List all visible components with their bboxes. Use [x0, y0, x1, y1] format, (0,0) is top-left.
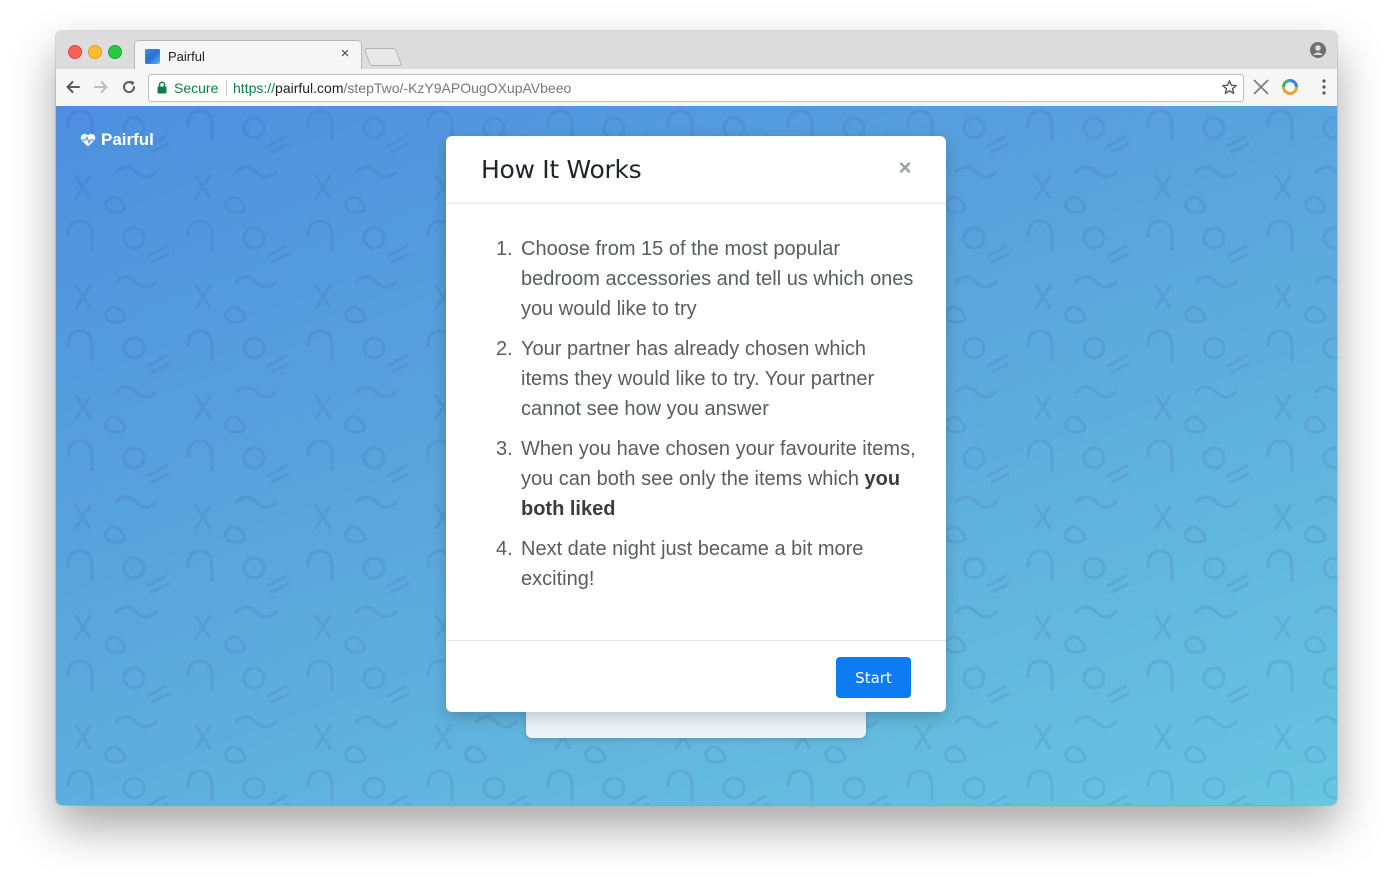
url-scheme: https://: [233, 80, 276, 96]
close-icon[interactable]: ×: [898, 157, 912, 179]
page-content: Pairful How It Works × 1. Choose from 15 …: [56, 106, 1337, 805]
zoom-window-button[interactable]: [108, 45, 122, 59]
step-item: 1. Choose from 15 of the most popular bed…: [496, 234, 916, 324]
back-icon[interactable]: [64, 78, 82, 96]
modal-header: How It Works ×: [446, 136, 946, 204]
reload-icon[interactable]: [120, 78, 138, 96]
browser-window: Pairful × Secure https://pairful.com/ste…: [56, 31, 1337, 805]
tab-strip: Pairful ×: [56, 31, 1337, 71]
step-number: 1.: [496, 238, 513, 260]
new-tab-button[interactable]: [363, 48, 403, 66]
step-number: 3.: [496, 438, 513, 460]
url-text[interactable]: https://pairful.com/stepTwo/-KzY9APOugOX…: [233, 80, 571, 96]
step-item: 2. Your partner has already chosen which …: [496, 334, 916, 424]
step-item: 4. Next date night just became a bit more…: [496, 534, 916, 594]
tab-title: Pairful: [168, 49, 205, 64]
brand-name: Pairful: [101, 130, 154, 149]
step-item: 3. When you have chosen your favourite it…: [496, 434, 916, 524]
pairful-favicon-icon: [145, 49, 160, 64]
step-text: When you have chosen your favourite item…: [521, 438, 916, 490]
step-number: 2.: [496, 338, 513, 360]
how-it-works-modal: How It Works × 1. Choose from 15 of the m…: [446, 136, 946, 712]
url-path: /stepTwo/-KzY9APOugOXupAVbeeo: [343, 80, 572, 96]
forward-icon[interactable]: [92, 78, 110, 96]
tab-pairful[interactable]: Pairful ×: [134, 40, 362, 71]
url-host: pairful.com: [275, 80, 344, 96]
star-icon[interactable]: [1221, 79, 1238, 96]
step-text: Next date night just became a bit more e…: [521, 538, 864, 590]
modal-title: How It Works: [481, 155, 642, 184]
tab-close-icon[interactable]: ×: [337, 45, 353, 62]
browser-toolbar: Secure https://pairful.com/stepTwo/-KzY9…: [56, 69, 1337, 107]
secure-label: Secure: [174, 80, 219, 96]
step-text: Your partner has already chosen which it…: [521, 338, 875, 420]
address-bar[interactable]: Secure https://pairful.com/stepTwo/-KzY9…: [148, 74, 1244, 102]
extension-x-icon[interactable]: [1252, 78, 1270, 96]
close-window-button[interactable]: [68, 45, 82, 59]
heart-pulse-icon: [80, 133, 96, 147]
extension-ring-icon[interactable]: [1281, 78, 1299, 96]
lock-icon: [157, 81, 167, 94]
step-text: Choose from 15 of the most popular bedro…: [521, 238, 914, 320]
url-divider: [226, 80, 227, 96]
profile-icon[interactable]: [1310, 42, 1326, 58]
modal-footer: Start: [446, 640, 946, 713]
steps-list: 1. Choose from 15 of the most popular bed…: [496, 234, 916, 604]
brand-logo[interactable]: Pairful: [80, 130, 154, 150]
minimize-window-button[interactable]: [88, 45, 102, 59]
menu-icon[interactable]: [1321, 79, 1327, 95]
start-button[interactable]: Start: [836, 657, 911, 698]
modal-body: 1. Choose from 15 of the most popular bed…: [446, 204, 946, 639]
step-number: 4.: [496, 538, 513, 560]
